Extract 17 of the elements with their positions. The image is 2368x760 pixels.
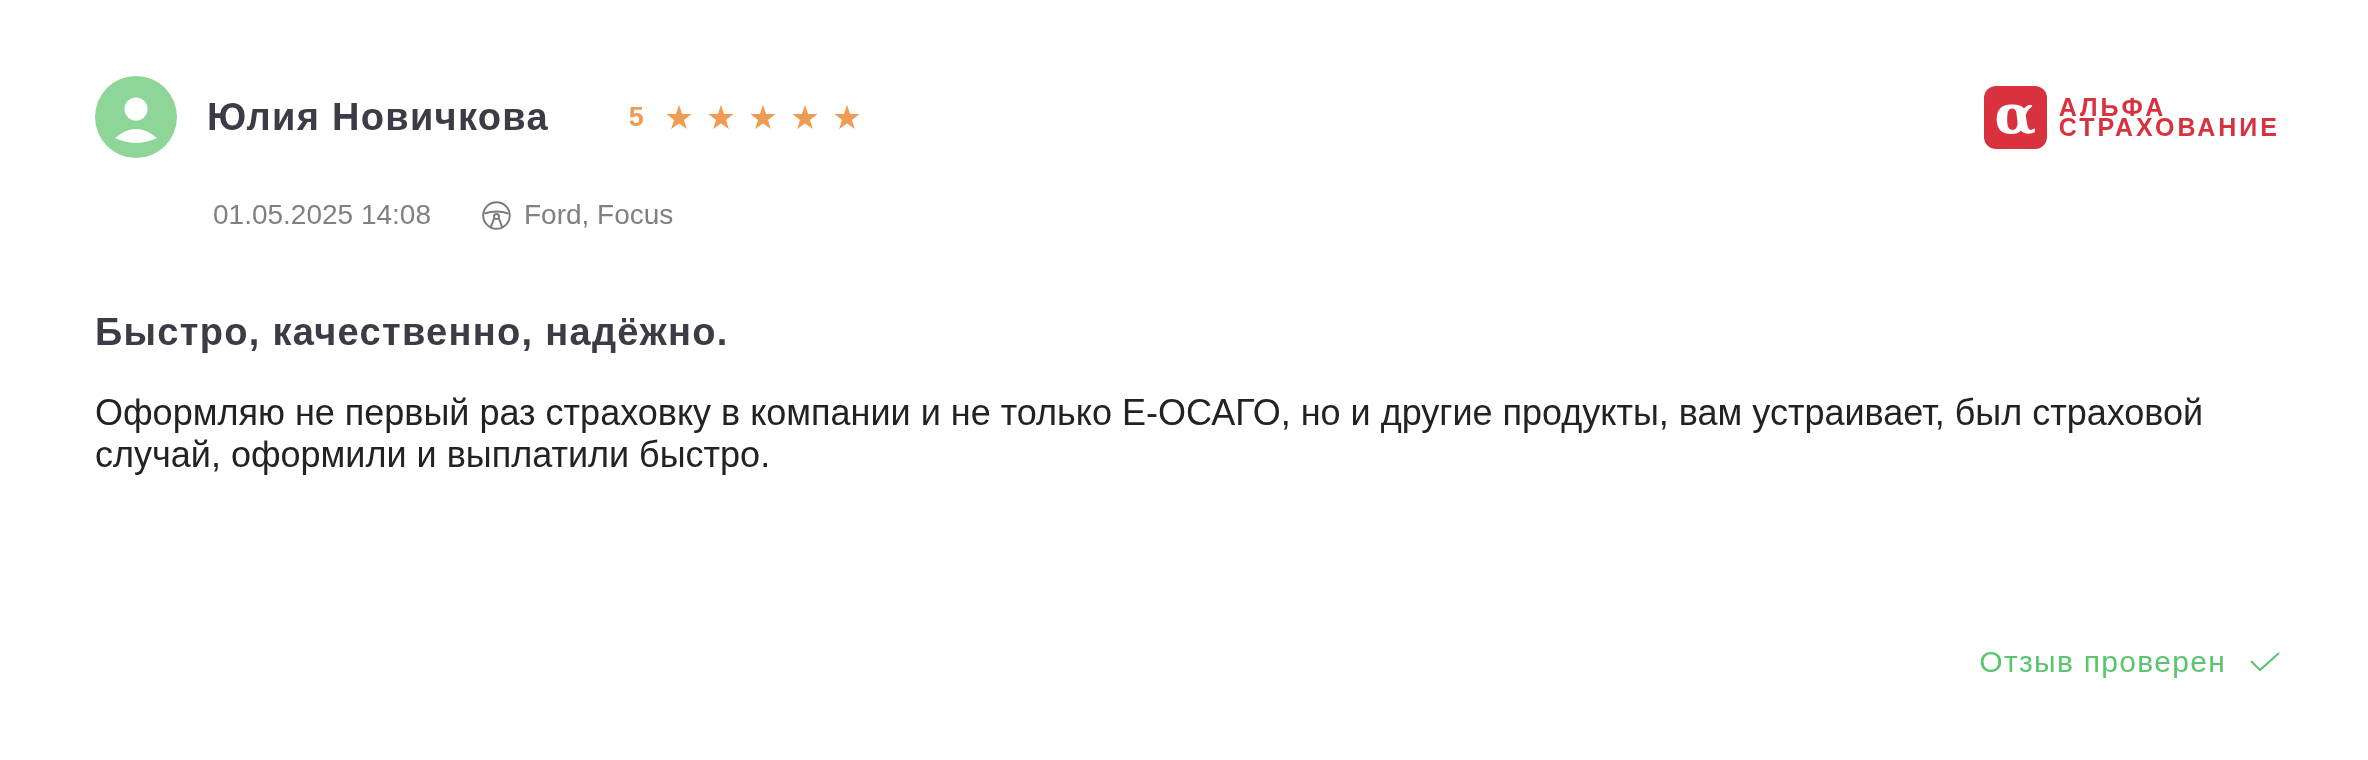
review-title: Быстро, качественно, надёжно. [95,310,730,355]
verified-label: Отзыв проверен [1979,645,2226,679]
star-icon [833,104,860,130]
star-icon [791,104,818,130]
logo-text: АЛЬФА [2058,97,2167,117]
star-icon [749,104,776,130]
car-model: Ford, Focus [524,199,674,231]
star-icon [665,104,692,130]
avatar-icon [95,76,177,158]
steering-wheel-icon [482,200,511,230]
rating-value: 5 [628,101,644,133]
review-date: 01.05.2025 14:08 [213,199,431,231]
star-icon [707,104,734,130]
author-name: Юлия Новичкова [207,95,549,140]
logo-mark: α [1983,85,2047,149]
logo-text: СТРАХОВАНИЕ [2058,117,2280,137]
review-text: Оформляю не первый раз страховку в компании и не только Е-ОСАГО, но и другие продукты, вам устраивает, был страховой случай, оформили и выплатили быстро. [95,392,2205,476]
